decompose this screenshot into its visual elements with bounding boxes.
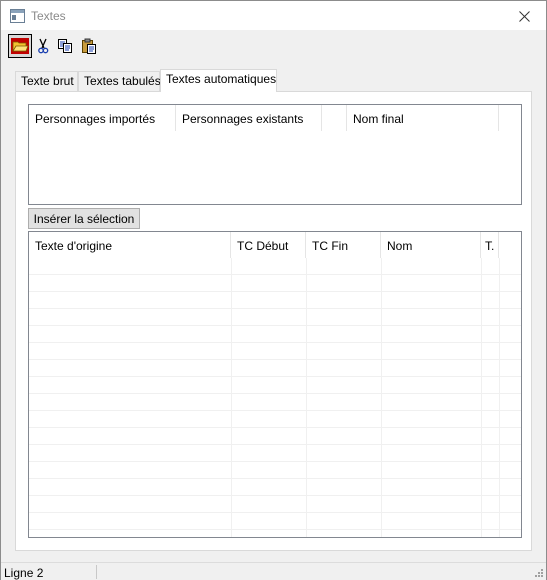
tab-label: Texte brut — [21, 74, 74, 88]
column-gridline — [481, 258, 482, 537]
table-row[interactable] — [29, 513, 521, 530]
paste-icon — [82, 38, 96, 54]
column-gridline — [381, 258, 382, 537]
texts-list[interactable]: Texte d'origine TC Début TC Fin Nom T. — [28, 231, 522, 538]
column-header-label: Texte d'origine — [35, 239, 113, 253]
characters-list[interactable]: Personnages importés Personnages existan… — [28, 104, 522, 205]
table-row[interactable] — [29, 360, 521, 377]
tab-texte-brut[interactable]: Texte brut — [15, 71, 78, 91]
paste-button[interactable] — [78, 35, 100, 57]
column-header-label: Personnages existants — [182, 112, 304, 126]
textes-window: Textes Texte brut Textes tabulés Textes … — [0, 0, 547, 580]
column-header-label: T. — [485, 239, 495, 253]
copy-icon — [58, 39, 72, 53]
table-row[interactable] — [29, 326, 521, 343]
column-header-label: TC Début — [237, 239, 289, 253]
tab-label: Textes automatiques — [166, 72, 277, 86]
table-row[interactable] — [29, 275, 521, 292]
copy-button[interactable] — [54, 35, 76, 57]
table-row[interactable] — [29, 377, 521, 394]
toolbar — [1, 32, 546, 58]
cut-icon — [38, 38, 49, 54]
column-header-label: TC Fin — [312, 239, 348, 253]
close-button[interactable] — [502, 1, 546, 31]
table-row[interactable] — [29, 258, 521, 275]
status-text: Ligne 2 — [4, 566, 44, 580]
insert-selection-button[interactable]: Insérer la sélection — [28, 208, 140, 229]
column-header-personnages-importes[interactable]: Personnages importés — [29, 105, 176, 131]
column-gridline — [231, 258, 232, 537]
column-header-tc-debut[interactable]: TC Début — [231, 232, 306, 258]
window-title: Textes — [31, 9, 66, 23]
column-header-texte-origine[interactable]: Texte d'origine — [29, 232, 231, 258]
open-button[interactable] — [8, 34, 32, 58]
status-bar: Ligne 2 — [1, 562, 546, 580]
table-row[interactable] — [29, 411, 521, 428]
column-header-personnages-existants[interactable]: Personnages existants — [176, 105, 322, 131]
table-row[interactable] — [29, 428, 521, 445]
column-gridline — [499, 258, 500, 537]
column-header-nom-final[interactable]: Nom final — [347, 105, 499, 131]
status-separator — [96, 565, 97, 579]
column-header-label: Nom final — [353, 112, 404, 126]
column-header-label: Personnages importés — [35, 112, 156, 126]
column-header-t[interactable]: T. — [481, 232, 499, 258]
column-header-tc-fin[interactable]: TC Fin — [306, 232, 381, 258]
cut-button[interactable] — [32, 35, 54, 57]
tab-label: Textes tabulés — [84, 74, 161, 88]
table-row[interactable] — [29, 309, 521, 326]
table-row[interactable] — [29, 292, 521, 309]
column-header-empty[interactable] — [322, 105, 347, 131]
title-bar: Textes — [1, 1, 546, 31]
table-row[interactable] — [29, 394, 521, 411]
tab-textes-automatiques[interactable]: Textes automatiques — [160, 69, 277, 92]
table-row[interactable] — [29, 343, 521, 360]
column-header-label: Nom — [387, 239, 413, 253]
column-gridline — [306, 258, 307, 537]
open-folder-icon — [11, 38, 29, 54]
column-header-nom[interactable]: Nom — [381, 232, 481, 258]
window-app-icon — [10, 9, 25, 23]
close-icon — [518, 10, 530, 22]
table-row[interactable] — [29, 445, 521, 462]
resize-grip-icon[interactable] — [534, 568, 544, 578]
table-row[interactable] — [29, 462, 521, 479]
tab-textes-tabules[interactable]: Textes tabulés — [78, 71, 161, 91]
table-row[interactable] — [29, 496, 521, 513]
table-row[interactable] — [29, 479, 521, 496]
